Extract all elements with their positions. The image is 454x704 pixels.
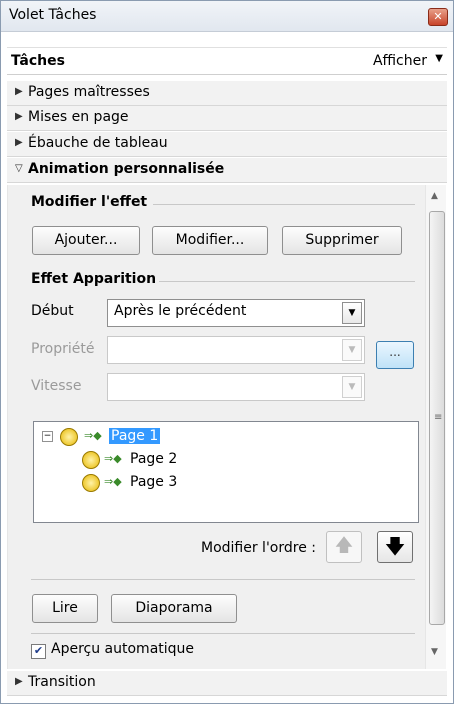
effect-arrow-icon: ⇒◆ (104, 452, 122, 465)
expand-arrow-icon: ▶ (15, 86, 23, 97)
start-label: Début (31, 303, 74, 319)
clock-icon (82, 474, 100, 492)
panel-title: Tâches (11, 53, 65, 69)
scroll-thumb[interactable]: ≡ (429, 211, 445, 625)
close-icon: ✕ (433, 10, 443, 23)
chevron-down-icon[interactable]: ▼ (342, 376, 362, 398)
clock-icon (82, 451, 100, 469)
modify-button[interactable]: Modifier... (152, 226, 268, 255)
chevron-down-icon[interactable]: ▼ (342, 339, 362, 361)
dropdown-arrow-icon[interactable]: ▼ (435, 53, 443, 64)
effect-title: Effet Apparition (31, 271, 157, 287)
arrow-down-icon: 🡇 (384, 534, 406, 558)
expand-arrow-icon: ▶ (15, 676, 23, 687)
effect-arrow-icon: ⇒◆ (84, 429, 102, 442)
effect-arrow-icon: ⇒◆ (104, 475, 122, 488)
section-transition[interactable]: ▶ Transition (7, 671, 447, 696)
arrow-up-icon: 🡅 (334, 535, 354, 556)
vertical-scrollbar[interactable]: ▲ ≡ ▼ (425, 185, 446, 669)
animation-list[interactable]: − ⇒◆ Page 1 ⇒◆ Page 2 ⇒◆ Page 3 (33, 421, 419, 523)
expand-arrow-icon: ▶ (15, 111, 23, 122)
list-item-label: Page 3 (130, 474, 178, 490)
move-down-button[interactable]: 🡇 (377, 531, 413, 563)
checkmark-icon: ✔ (33, 644, 44, 657)
title-bar[interactable]: Volet Tâches ✕ (1, 1, 453, 32)
section-master-pages[interactable]: ▶ Pages maîtresses (7, 81, 447, 106)
section-layouts[interactable]: ▶ Mises en page (7, 106, 447, 131)
collapse-tree-icon[interactable]: − (42, 431, 53, 442)
section-label: Ébauche de tableau (28, 135, 168, 151)
section-label: Mises en page (28, 109, 129, 125)
speed-select[interactable]: ▼ (107, 373, 365, 401)
chevron-down-icon[interactable]: ▼ (342, 302, 362, 324)
section-label: Transition (28, 674, 96, 690)
add-button[interactable]: Ajouter... (32, 226, 140, 255)
remove-button[interactable]: Supprimer (282, 226, 402, 255)
start-select[interactable]: Après le précédent ▼ (107, 299, 365, 327)
expand-arrow-icon: ▶ (15, 137, 23, 148)
reorder-label: Modifier l'ordre : (201, 540, 316, 556)
separator (31, 579, 415, 580)
property-select[interactable]: ▼ (107, 336, 365, 364)
start-value: Après le précédent (114, 303, 247, 319)
view-menu-button[interactable]: Afficher (373, 53, 427, 69)
play-button[interactable]: Lire (32, 594, 98, 623)
clock-icon (60, 428, 78, 446)
list-item-page-1[interactable]: − ⇒◆ Page 1 (34, 427, 234, 447)
task-pane-window: Volet Tâches ✕ Tâches Afficher ▼ ▶ Pages… (0, 0, 454, 704)
property-label: Propriété (31, 341, 95, 357)
section-label: Animation personnalisée (28, 161, 225, 177)
scroll-down-icon[interactable]: ▼ (431, 647, 438, 657)
list-item-label: Page 1 (109, 428, 161, 444)
separator (159, 281, 415, 282)
list-item-page-3[interactable]: ⇒◆ Page 3 (34, 473, 234, 493)
list-item-label: Page 2 (130, 451, 178, 467)
property-options-button[interactable]: ... (376, 341, 414, 369)
section-label: Pages maîtresses (28, 84, 150, 100)
auto-preview-checkbox[interactable]: ✔ (31, 644, 46, 659)
list-item-page-2[interactable]: ⇒◆ Page 2 (34, 450, 234, 470)
section-custom-animation[interactable]: ▽ Animation personnalisée (7, 158, 447, 183)
grip-icon: ≡ (434, 412, 443, 423)
panel-header: Tâches Afficher ▼ (7, 47, 447, 75)
section-table-design[interactable]: ▶ Ébauche de tableau (7, 132, 447, 157)
separator (31, 633, 415, 634)
close-button[interactable]: ✕ (428, 8, 448, 26)
separator (153, 204, 415, 205)
modify-effect-title: Modifier l'effet (31, 194, 148, 210)
slideshow-button[interactable]: Diaporama (111, 594, 237, 623)
auto-preview-label: Aperçu automatique (51, 641, 195, 657)
scroll-up-icon[interactable]: ▲ (431, 191, 438, 201)
speed-label: Vitesse (31, 378, 82, 394)
collapse-arrow-icon: ▽ (15, 163, 23, 174)
window-title: Volet Tâches (9, 7, 97, 23)
move-up-button[interactable]: 🡅 (326, 531, 362, 563)
